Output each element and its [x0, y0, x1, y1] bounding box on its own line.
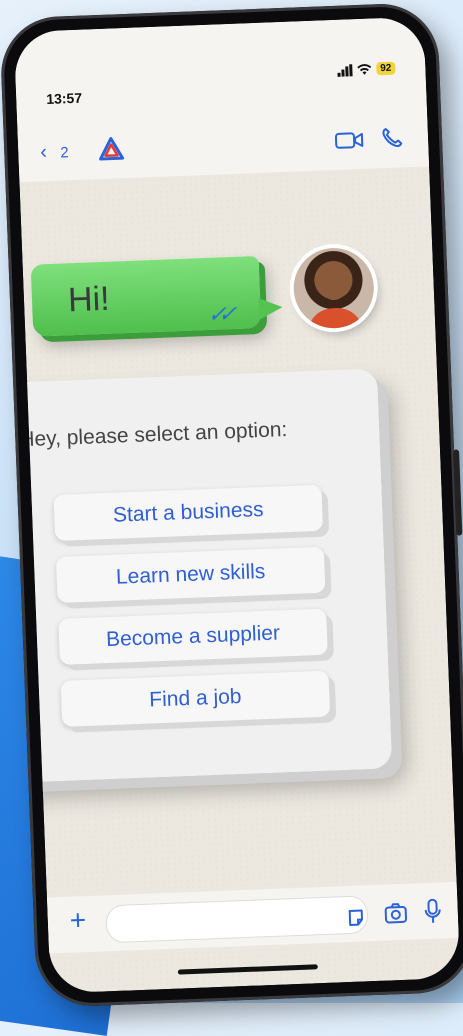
- chat-nav: ‹ 2: [36, 125, 411, 169]
- status-icons: 92: [337, 61, 396, 77]
- brand-logo-icon[interactable]: [98, 136, 125, 163]
- message-input-bar: +: [46, 881, 459, 954]
- side-button: [453, 449, 463, 536]
- unread-count[interactable]: 2: [60, 144, 69, 161]
- add-attachment-icon[interactable]: +: [69, 904, 87, 937]
- phone-call-icon[interactable]: [380, 125, 405, 150]
- option-start-business-button[interactable]: Start a business: [53, 484, 324, 542]
- microphone-icon[interactable]: [423, 898, 442, 925]
- back-chevron-icon[interactable]: ‹: [40, 141, 48, 164]
- sticker-icon[interactable]: [346, 907, 367, 928]
- chat-header: 13:57 92 ‹ 2: [13, 16, 430, 183]
- avatar[interactable]: [292, 246, 376, 330]
- option-learn-skills-button[interactable]: Learn new skills: [55, 546, 326, 603]
- phone-frame: 13:57 92 ‹ 2 Hi! ✓✓ Hey, please select a…: [0, 1, 463, 1009]
- camera-icon[interactable]: [383, 902, 408, 925]
- message-input[interactable]: [105, 895, 369, 944]
- options-card: Hey, please select an option: Start a bu…: [13, 368, 393, 784]
- battery-indicator: 92: [375, 61, 396, 76]
- home-indicator[interactable]: [177, 964, 318, 975]
- status-bar: 13:57 92: [46, 61, 397, 107]
- video-call-icon[interactable]: [334, 129, 365, 152]
- wifi-icon: [357, 63, 372, 75]
- status-time: 13:57: [45, 89, 83, 108]
- sent-message-text: Hi!: [67, 279, 111, 320]
- option-find-job-button[interactable]: Find a job: [60, 670, 331, 727]
- signal-icon: [337, 63, 353, 77]
- chat-screen: 13:57 92 ‹ 2 Hi! ✓✓ Hey, please select a…: [13, 16, 461, 994]
- option-become-supplier-button[interactable]: Become a supplier: [58, 608, 328, 665]
- read-receipt-icon: ✓✓: [205, 300, 235, 328]
- sent-message-bubble: Hi! ✓✓: [30, 255, 262, 337]
- options-prompt: Hey, please select an option:: [18, 418, 288, 452]
